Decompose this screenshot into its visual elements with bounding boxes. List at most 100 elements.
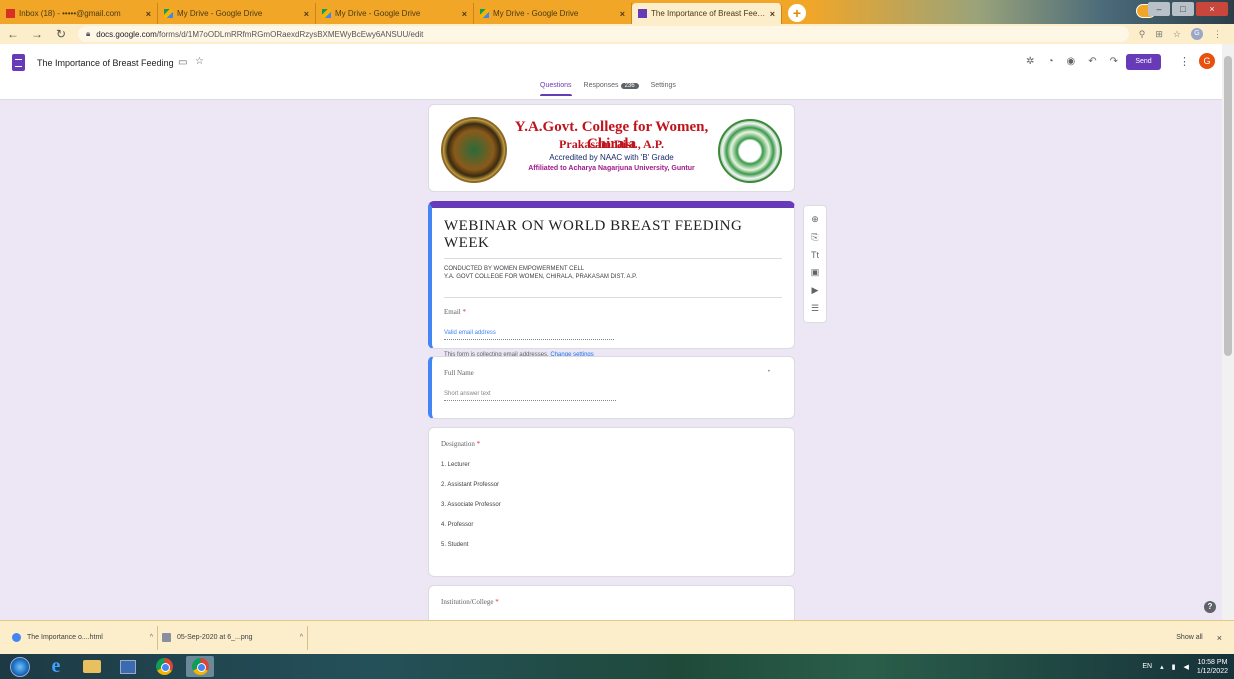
network-icon[interactable]: ▮	[1172, 663, 1176, 671]
list-option[interactable]: 4. Professor	[441, 522, 782, 528]
question-card-institution[interactable]: Institution/College *	[428, 585, 795, 625]
lock-icon: 🔒︎	[86, 29, 91, 38]
add-video-icon[interactable]: ▶	[812, 285, 819, 296]
chrome-taskbar-icon[interactable]	[150, 656, 178, 677]
browser-menu-icon[interactable]: ⋮	[1213, 29, 1222, 40]
import-questions-icon[interactable]: ⎘	[811, 232, 818, 243]
add-section-icon[interactable]: ☰	[811, 303, 819, 314]
list-option[interactable]: 1. Lecturer	[441, 462, 782, 468]
tab-label: My Drive - Google Drive	[335, 9, 421, 18]
chevron-up-icon[interactable]: ^	[150, 634, 153, 641]
drive-icon	[322, 9, 331, 18]
close-icon[interactable]: ×	[620, 9, 625, 19]
webinar-title[interactable]: WEBINAR ON WORLD BREAST FEEDING WEEK	[444, 218, 782, 259]
clock-time: 10:58 PM	[1197, 658, 1228, 666]
windows-taskbar: e EN ▴ ▮ ◀ 10:58 PM 1/12/2022	[0, 654, 1234, 679]
tab-label: The Importance of Breast Feedin	[651, 9, 766, 18]
user-avatar[interactable]: G	[1199, 53, 1215, 69]
browser-tab-drive-1[interactable]: My Drive - Google Drive ×	[158, 3, 316, 24]
help-icon[interactable]: ?	[1204, 601, 1216, 613]
extension-icon[interactable]: ⊞	[1155, 29, 1163, 40]
internet-explorer-icon[interactable]: e	[42, 655, 70, 677]
windows-start-icon	[10, 656, 30, 677]
college-affiliation: Affiliated to Acharya Nagarjuna Universi…	[528, 165, 695, 172]
tab-questions[interactable]: Questions	[540, 82, 572, 96]
volume-icon[interactable]: ◀	[1183, 663, 1188, 671]
browser-tab-gmail[interactable]: Inbox (18) - •••••@gmail.com ×	[0, 3, 158, 24]
undo-icon[interactable]: ↶	[1088, 56, 1096, 67]
palette-icon[interactable]: ◔	[1047, 56, 1053, 67]
media-player-icon[interactable]	[114, 656, 142, 677]
page-scrollbar[interactable]	[1222, 44, 1234, 620]
gmail-icon	[6, 9, 15, 18]
window-controls: – □ ×	[1148, 2, 1228, 16]
zoom-icon[interactable]: ⚲	[1139, 29, 1146, 40]
more-options-icon[interactable]: ⋮	[1179, 55, 1190, 68]
close-icon[interactable]: ×	[1217, 633, 1222, 643]
browser-tab-forms[interactable]: The Importance of Breast Feedin ×	[632, 3, 782, 24]
close-icon[interactable]: ×	[770, 9, 775, 19]
header-image-card: Y.A.Govt. College for Women, Chirala Pra…	[428, 104, 795, 192]
minimize-icon[interactable]: –	[1148, 2, 1170, 16]
add-image-icon[interactable]: ▣	[811, 267, 820, 278]
preview-eye-icon[interactable]: ◉	[1066, 56, 1075, 67]
browser-tab-drive-3[interactable]: My Drive - Google Drive ×	[474, 3, 632, 24]
add-title-icon[interactable]: Tt	[811, 250, 819, 260]
bookmark-star-icon[interactable]: ☆	[1173, 29, 1181, 40]
start-button[interactable]	[6, 656, 34, 677]
close-icon[interactable]: ×	[304, 9, 309, 19]
list-option[interactable]: 3. Associate Professor	[441, 502, 782, 508]
show-hidden-icons-icon[interactable]: ▴	[1160, 663, 1164, 671]
list-option[interactable]: 2. Assistant Professor	[441, 482, 782, 488]
profile-avatar[interactable]: G	[1191, 28, 1203, 40]
system-tray: EN ▴ ▮ ◀ 10:58 PM 1/12/2022	[1142, 658, 1228, 676]
reload-icon[interactable]: ↻	[54, 27, 68, 41]
customize-theme-icon[interactable]: ✲	[1026, 56, 1034, 67]
folder-icon[interactable]: ▭	[178, 57, 187, 68]
forward-arrow-icon[interactable]: →	[30, 27, 44, 41]
question-label-text: Designation	[441, 440, 475, 448]
redo-icon[interactable]: ↷	[1110, 56, 1118, 67]
file-explorer-icon[interactable]	[78, 656, 106, 677]
send-button[interactable]: Send	[1126, 54, 1161, 70]
close-icon[interactable]: ×	[462, 9, 467, 19]
form-title-card[interactable]: WEBINAR ON WORLD BREAST FEEDING WEEK CON…	[428, 201, 795, 358]
chevron-up-icon[interactable]: ^	[300, 634, 303, 641]
form-tabs: Questions Responses 236 Settings	[540, 82, 676, 96]
tab-settings[interactable]: Settings	[651, 82, 676, 89]
new-tab-button[interactable]: +	[788, 4, 806, 22]
system-clock[interactable]: 10:58 PM 1/12/2022	[1197, 658, 1228, 676]
address-bar-row: ← → ↻ 🔒︎ docs.google.com/forms/d/1M7oODL…	[0, 24, 1234, 44]
question-card-full-name[interactable]: Full Name Short answer text •	[428, 356, 795, 419]
show-all-button[interactable]: Show all	[1176, 634, 1202, 641]
form-description[interactable]: CONDUCTED BY WOMEN EMPOWERMENT CELL Y.A.…	[444, 265, 782, 298]
list-option[interactable]: 5. Student	[441, 542, 782, 548]
downloads-bar: The Importance o....html ^ 05-Sep-2020 a…	[0, 620, 1234, 654]
scrollbar-thumb[interactable]	[1224, 56, 1232, 356]
form-title[interactable]: The Importance of Breast Feeding	[37, 58, 174, 68]
question-label: Designation *	[441, 440, 782, 448]
browser-tab-drive-2[interactable]: My Drive - Google Drive ×	[316, 3, 474, 24]
email-label-text: Email	[444, 308, 461, 316]
star-icon[interactable]: ☆	[195, 56, 204, 67]
email-question-label: Email *	[444, 308, 782, 316]
question-card-designation[interactable]: Designation * 1. Lecturer 2. Assistant P…	[428, 427, 795, 577]
tab-label: My Drive - Google Drive	[493, 9, 579, 18]
window-close-icon[interactable]: ×	[1196, 2, 1228, 16]
drive-icon	[480, 9, 489, 18]
download-item[interactable]: The Importance o....html ^	[8, 625, 158, 650]
language-indicator[interactable]: EN	[1142, 663, 1152, 670]
url-host: docs.google.com	[96, 29, 157, 39]
college-accreditation: Accredited by NAAC with 'B' Grade	[549, 153, 674, 162]
forms-logo-icon[interactable]	[12, 54, 25, 71]
close-icon[interactable]: ×	[146, 9, 151, 19]
chrome-active-window-icon[interactable]	[186, 656, 214, 677]
download-item[interactable]: 05-Sep-2020 at 6_...png ^	[158, 625, 308, 650]
back-arrow-icon[interactable]: ←	[6, 27, 20, 41]
email-field[interactable]: Valid email address	[444, 330, 614, 340]
add-question-icon[interactable]: ⊕	[811, 214, 819, 225]
drag-handle-icon[interactable]: •	[768, 369, 770, 375]
maximize-icon[interactable]: □	[1172, 2, 1194, 16]
url-input[interactable]: 🔒︎ docs.google.com/forms/d/1M7oODLmRRfmR…	[78, 26, 1129, 42]
tab-responses[interactable]: Responses 236	[584, 82, 639, 89]
